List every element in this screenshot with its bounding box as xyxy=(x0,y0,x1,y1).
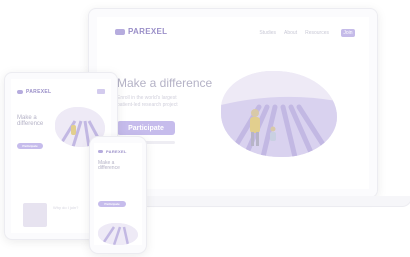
logo-mark-icon xyxy=(98,150,103,153)
phone-brand-logo[interactable]: PAREXEL xyxy=(98,149,127,154)
field-illustration-icon xyxy=(98,223,138,245)
phone-hero-illustration xyxy=(98,223,138,245)
logo-text: PAREXEL xyxy=(128,27,168,36)
hero-subtext-line: patient-led research project xyxy=(117,101,178,108)
logo-mark-icon xyxy=(17,90,23,94)
brand-logo[interactable]: PAREXEL xyxy=(115,27,167,36)
logo-text: PAREXEL xyxy=(26,89,52,95)
tablet-participate-button[interactable]: Participate xyxy=(17,143,43,149)
headline-line: difference xyxy=(17,121,44,128)
participate-button[interactable]: Participate xyxy=(117,121,175,135)
logo-text: PAREXEL xyxy=(106,149,127,154)
top-nav: Studies About Resources xyxy=(259,30,329,36)
nav-studies[interactable]: Studies xyxy=(259,30,276,36)
menu-icon[interactable] xyxy=(97,89,105,94)
phone-headline: Make a difference xyxy=(98,160,120,172)
hero-headline: Make a difference xyxy=(117,76,213,90)
phone-mockup: PAREXEL Make a difference Participate xyxy=(89,136,147,254)
tablet-card-image xyxy=(23,203,47,227)
headline-line: difference xyxy=(98,165,120,172)
nav-about[interactable]: About xyxy=(284,30,297,36)
logo-mark-icon xyxy=(115,28,125,35)
field-illustration-icon xyxy=(221,71,337,157)
hero-illustration xyxy=(221,71,337,157)
hero-subtext-line: Enroll in the world's largest xyxy=(117,95,177,101)
nav-resources[interactable]: Resources xyxy=(305,30,329,36)
tablet-card-text: Why do I join? xyxy=(53,205,79,210)
tablet-headline: Make a difference xyxy=(17,115,43,128)
hero-subtext: Enroll in the world's largest patient-le… xyxy=(117,95,178,109)
nav-join-button[interactable]: Join xyxy=(341,29,355,37)
phone-participate-button[interactable]: Participate xyxy=(98,201,126,207)
tablet-brand-logo[interactable]: PAREXEL xyxy=(17,89,51,95)
phone-screen: PAREXEL Make a difference Participate xyxy=(94,143,142,245)
